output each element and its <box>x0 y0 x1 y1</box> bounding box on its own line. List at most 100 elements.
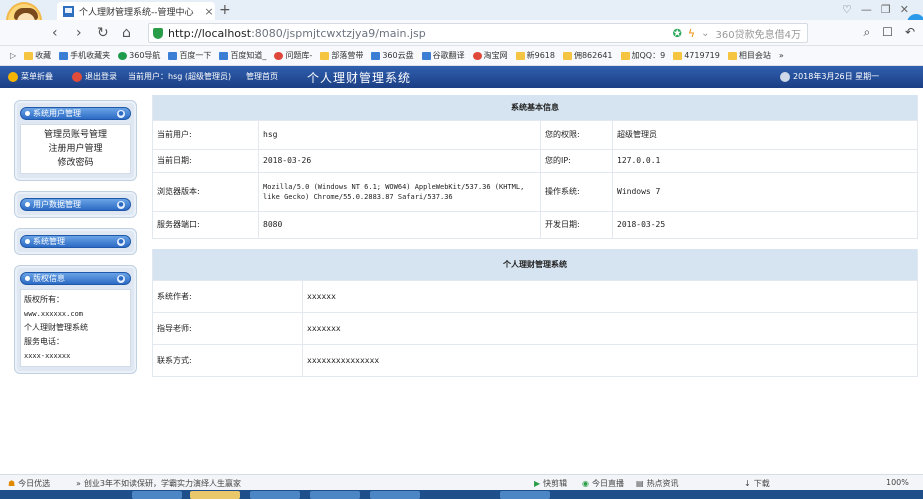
info-value: hsg <box>258 120 541 150</box>
bookmark-item[interactable]: 百度知道_ <box>219 50 266 61</box>
panel-header[interactable]: 系统用户管理 ● <box>20 107 131 120</box>
reader-icon[interactable]: ☐ <box>882 25 893 40</box>
url-input[interactable]: http://localhost:8080/jspmjtcwxtzjya9/ma… <box>148 23 808 43</box>
sidebar-toggle-icon[interactable]: ▷ <box>10 51 16 60</box>
bookmark-item[interactable]: 问题库- <box>274 50 312 61</box>
bookmark-item[interactable]: 百度一下 <box>168 50 211 61</box>
table-row: 当前用户: hsg 您的权限: 超级管理员 <box>152 120 918 150</box>
taskbar-item[interactable] <box>250 491 300 499</box>
expand-icon[interactable]: ● <box>117 237 125 246</box>
minimize-icon[interactable]: — <box>861 3 872 16</box>
bookmark-item[interactable]: 部落营带 <box>320 50 363 61</box>
expand-icon[interactable]: ● <box>117 200 125 209</box>
bookmark-item[interactable]: 新9618 <box>515 50 555 61</box>
status-quick-cut-label: 快剪辑 <box>543 479 568 488</box>
bookmark-label: 新9618 <box>526 51 555 60</box>
gift-icon: ☗ <box>8 479 16 488</box>
info-label: 操作系统: <box>540 172 613 212</box>
status-today-picks[interactable]: ☗ 今日优选 <box>8 478 50 489</box>
about-title: 个人理财管理系统 <box>152 248 918 281</box>
bookmark-item[interactable]: 淘宝网 <box>472 50 508 61</box>
bookmark-item[interactable]: 360导航 <box>118 50 160 61</box>
bookmark-item[interactable]: 收藏 <box>24 50 51 61</box>
panel-header[interactable]: 用户数据管理 ● <box>20 198 131 211</box>
home-icon[interactable]: ⌂ <box>122 25 131 41</box>
bookmark-item[interactable]: 谷歌翻译 <box>421 50 465 61</box>
back-icon[interactable]: ‹ <box>52 25 58 41</box>
status-quick-cut[interactable]: ▶ 快剪辑 <box>534 478 567 489</box>
menu-item-registered-users[interactable]: 注册用户管理 <box>21 142 130 156</box>
lightning-icon[interactable]: ϟ <box>688 27 695 40</box>
speed-mode-icon[interactable]: ✪ <box>673 27 682 40</box>
url-host: http://localhost <box>168 26 252 40</box>
panel-body: 管理员账号管理 注册用户管理 修改密码 <box>20 124 131 174</box>
collapse-icon[interactable]: ● <box>117 274 125 283</box>
menu-item-change-password[interactable]: 修改密码 <box>21 156 130 170</box>
taskbar-item[interactable] <box>370 491 420 499</box>
search-icon[interactable]: ⌕ <box>863 25 870 40</box>
info-label: 服务器端口: <box>152 211 259 239</box>
copyright-site: www.xxxxxx.com <box>24 310 84 318</box>
bookmark-item[interactable]: 加QQ：9 <box>620 50 665 61</box>
search-hint[interactable]: 360贷款免息借4万 <box>716 26 801 41</box>
taskbar-item[interactable] <box>132 491 182 499</box>
bookmarks-more[interactable]: » <box>779 51 784 60</box>
bookmark-item[interactable]: 佣862641 <box>562 50 613 61</box>
info-value: 8080 <box>258 211 541 239</box>
info-value: 2018-03-25 <box>612 211 918 239</box>
panel-header[interactable]: 系统管理 ● <box>20 235 131 248</box>
copyright-label: 版权所有： <box>24 295 64 304</box>
about-label: 系统作者: <box>152 280 303 313</box>
bookmark-item[interactable]: 4719719 <box>673 51 720 60</box>
chevron-down-icon[interactable]: ⌄ <box>701 28 709 39</box>
logout-link[interactable]: 退出登录 <box>72 71 117 82</box>
browser-tab[interactable]: 个人理财管理系统--管理中心 × <box>57 2 215 20</box>
refresh-icon[interactable]: ↻ <box>97 25 109 41</box>
taskbar-item[interactable] <box>310 491 360 499</box>
info-label: 您的IP: <box>540 149 613 173</box>
forward-icon[interactable]: › <box>76 25 82 41</box>
tab-close-icon[interactable]: × <box>203 5 215 18</box>
close-window-icon[interactable]: ✕ <box>900 3 909 16</box>
page-favicon-icon <box>63 5 74 17</box>
service-phone: xxxx-xxxxxx <box>24 352 71 360</box>
menu-item-admin-accounts[interactable]: 管理员账号管理 <box>21 128 130 142</box>
bookmark-label: 佣862641 <box>573 51 613 60</box>
table-row: 联系方式: xxxxxxxxxxxxxxx <box>152 344 918 377</box>
folder-icon <box>727 51 737 60</box>
status-hot-label: 热点资讯 <box>646 479 679 488</box>
panel-user-data: 用户数据管理 ● <box>14 191 137 218</box>
maximize-icon[interactable]: ❐ <box>881 3 891 16</box>
new-tab-button[interactable]: + <box>219 2 231 18</box>
status-news-label: 创业3年不如读保研，学霸实力演绎人生赢家 <box>83 479 241 488</box>
panel-header[interactable]: 版权信息 ● <box>20 272 131 285</box>
undo-icon[interactable]: ↶ <box>905 25 915 40</box>
admin-home-link[interactable]: 管理首页 <box>246 71 278 82</box>
table-row: 服务器端口: 8080 开发日期: 2018-03-25 <box>152 211 918 239</box>
copyright-system: 个人理财管理系统 <box>24 323 88 332</box>
menu-collapse-link[interactable]: 菜单折叠 <box>8 71 53 82</box>
skin-icon[interactable]: ♡ <box>842 3 852 16</box>
info-value: 127.0.0.1 <box>612 149 918 173</box>
status-today-label: 今日优选 <box>18 479 51 488</box>
bookmark-item[interactable]: 手机收藏夹 <box>59 50 110 61</box>
status-download[interactable]: ↓ 下载 <box>744 478 770 489</box>
bookmark-more-label: » <box>778 51 784 60</box>
status-news[interactable]: » 创业3年不如读保研，学霸实力演绎人生赢家 <box>76 478 241 489</box>
system-info-table: 系统基本信息 当前用户: hsg 您的权限: 超级管理员 当前日期: 2018-… <box>152 95 918 239</box>
taskbar-item[interactable] <box>190 491 240 499</box>
status-live[interactable]: ◉ 今日直播 <box>582 478 624 489</box>
bookmark-item[interactable]: 相目会站 <box>727 50 771 61</box>
service-phone-label: 服务电话： <box>24 337 64 346</box>
info-value: 超级管理员 <box>612 120 918 150</box>
zoom-level[interactable]: 100% <box>886 478 909 487</box>
status-hot-news[interactable]: ▤ 热点资讯 <box>636 478 679 489</box>
taskbar-item[interactable] <box>500 491 550 499</box>
cloud-icon <box>371 51 381 60</box>
collapse-icon[interactable]: ● <box>117 109 125 118</box>
bookmark-label: 谷歌翻译 <box>432 51 465 60</box>
bookmark-item[interactable]: 360云盘 <box>371 50 414 61</box>
table-row: 系统作者: xxxxxx <box>152 280 918 313</box>
info-label: 浏览器版本: <box>152 172 259 212</box>
url-path: :8080/jspmjtcwxtzjya9/main.jsp <box>251 26 426 40</box>
